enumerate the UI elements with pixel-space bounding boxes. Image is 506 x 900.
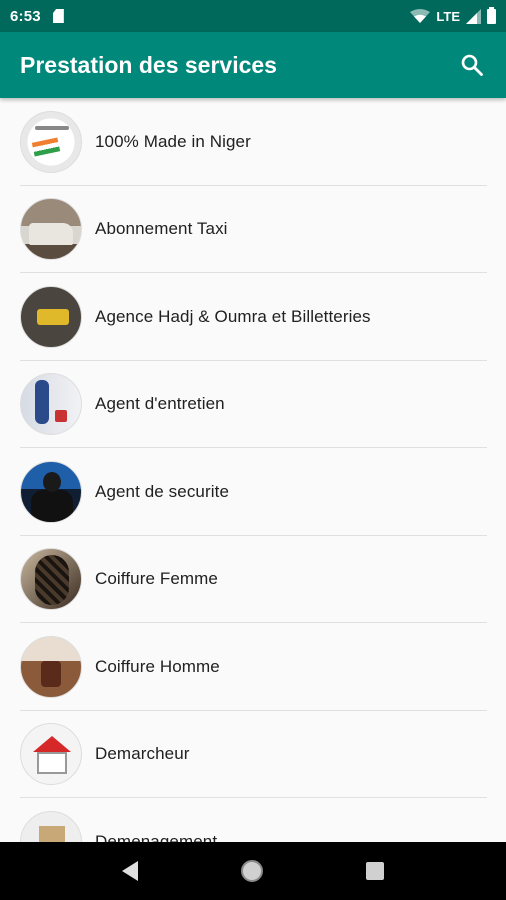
- list-item-label: Coiffure Homme: [95, 656, 220, 676]
- list-item-label: Coiffure Femme: [95, 569, 218, 589]
- list-item-agent-securite[interactable]: Agent de securite: [0, 448, 506, 536]
- made-in-niger-logo: [20, 110, 82, 173]
- list-item-coiffure-homme[interactable]: Coiffure Homme: [0, 623, 506, 711]
- wifi-icon: [410, 8, 431, 23]
- network-type: LTE: [436, 8, 460, 24]
- barber-shop-image: [20, 635, 82, 698]
- house-icon: [20, 723, 82, 786]
- list-item-demarcheur[interactable]: Demarcheur: [0, 711, 506, 799]
- security-agent-image: [20, 460, 82, 523]
- status-bar: 6:53 LTE: [0, 0, 506, 32]
- recents-icon[interactable]: [366, 862, 385, 880]
- list-item-label: Agent de securite: [95, 481, 230, 501]
- agence-hadj-logo: [20, 285, 82, 348]
- taxi-image: [20, 198, 82, 261]
- list-item-label: Demarcheur: [95, 744, 190, 764]
- signal-icon: [466, 8, 481, 24]
- cleaning-agent-image: [20, 373, 82, 436]
- system-nav-bar: [0, 842, 506, 900]
- back-icon[interactable]: [121, 861, 138, 881]
- search-icon: [461, 54, 483, 76]
- list-item-abonnement-taxi[interactable]: Abonnement Taxi: [0, 186, 506, 274]
- list-item-label: Agence Hadj & Oumra et Billetteries: [95, 306, 371, 326]
- women-hairstyle-image: [20, 548, 82, 611]
- list-item-made-in-niger[interactable]: 100% Made in Niger: [0, 98, 506, 186]
- list-item-label: Demenagement: [95, 831, 218, 842]
- moving-image: [20, 810, 82, 842]
- list-item-label: Abonnement Taxi: [95, 219, 228, 239]
- search-button[interactable]: [458, 51, 486, 79]
- battery-icon: [487, 6, 496, 24]
- list-item-agent-entretien[interactable]: Agent d'entretien: [0, 361, 506, 449]
- status-time: 6:53: [10, 7, 41, 25]
- list-item-agence-hadj[interactable]: Agence Hadj & Oumra et Billetteries: [0, 273, 506, 361]
- home-icon[interactable]: [240, 860, 263, 882]
- sd-card-icon: [52, 9, 64, 23]
- list-item-label: 100% Made in Niger: [95, 131, 251, 151]
- list-item-label: Agent d'entretien: [95, 394, 225, 414]
- list-item-coiffure-femme[interactable]: Coiffure Femme: [0, 536, 506, 624]
- status-icons: LTE: [410, 6, 496, 24]
- page-title: Prestation des services: [20, 51, 277, 78]
- list-item-demenagement[interactable]: Demenagement: [0, 798, 506, 842]
- services-list[interactable]: 100% Made in Niger Abonnement Taxi Agenc…: [0, 98, 506, 842]
- app-bar: Prestation des services: [0, 32, 506, 98]
